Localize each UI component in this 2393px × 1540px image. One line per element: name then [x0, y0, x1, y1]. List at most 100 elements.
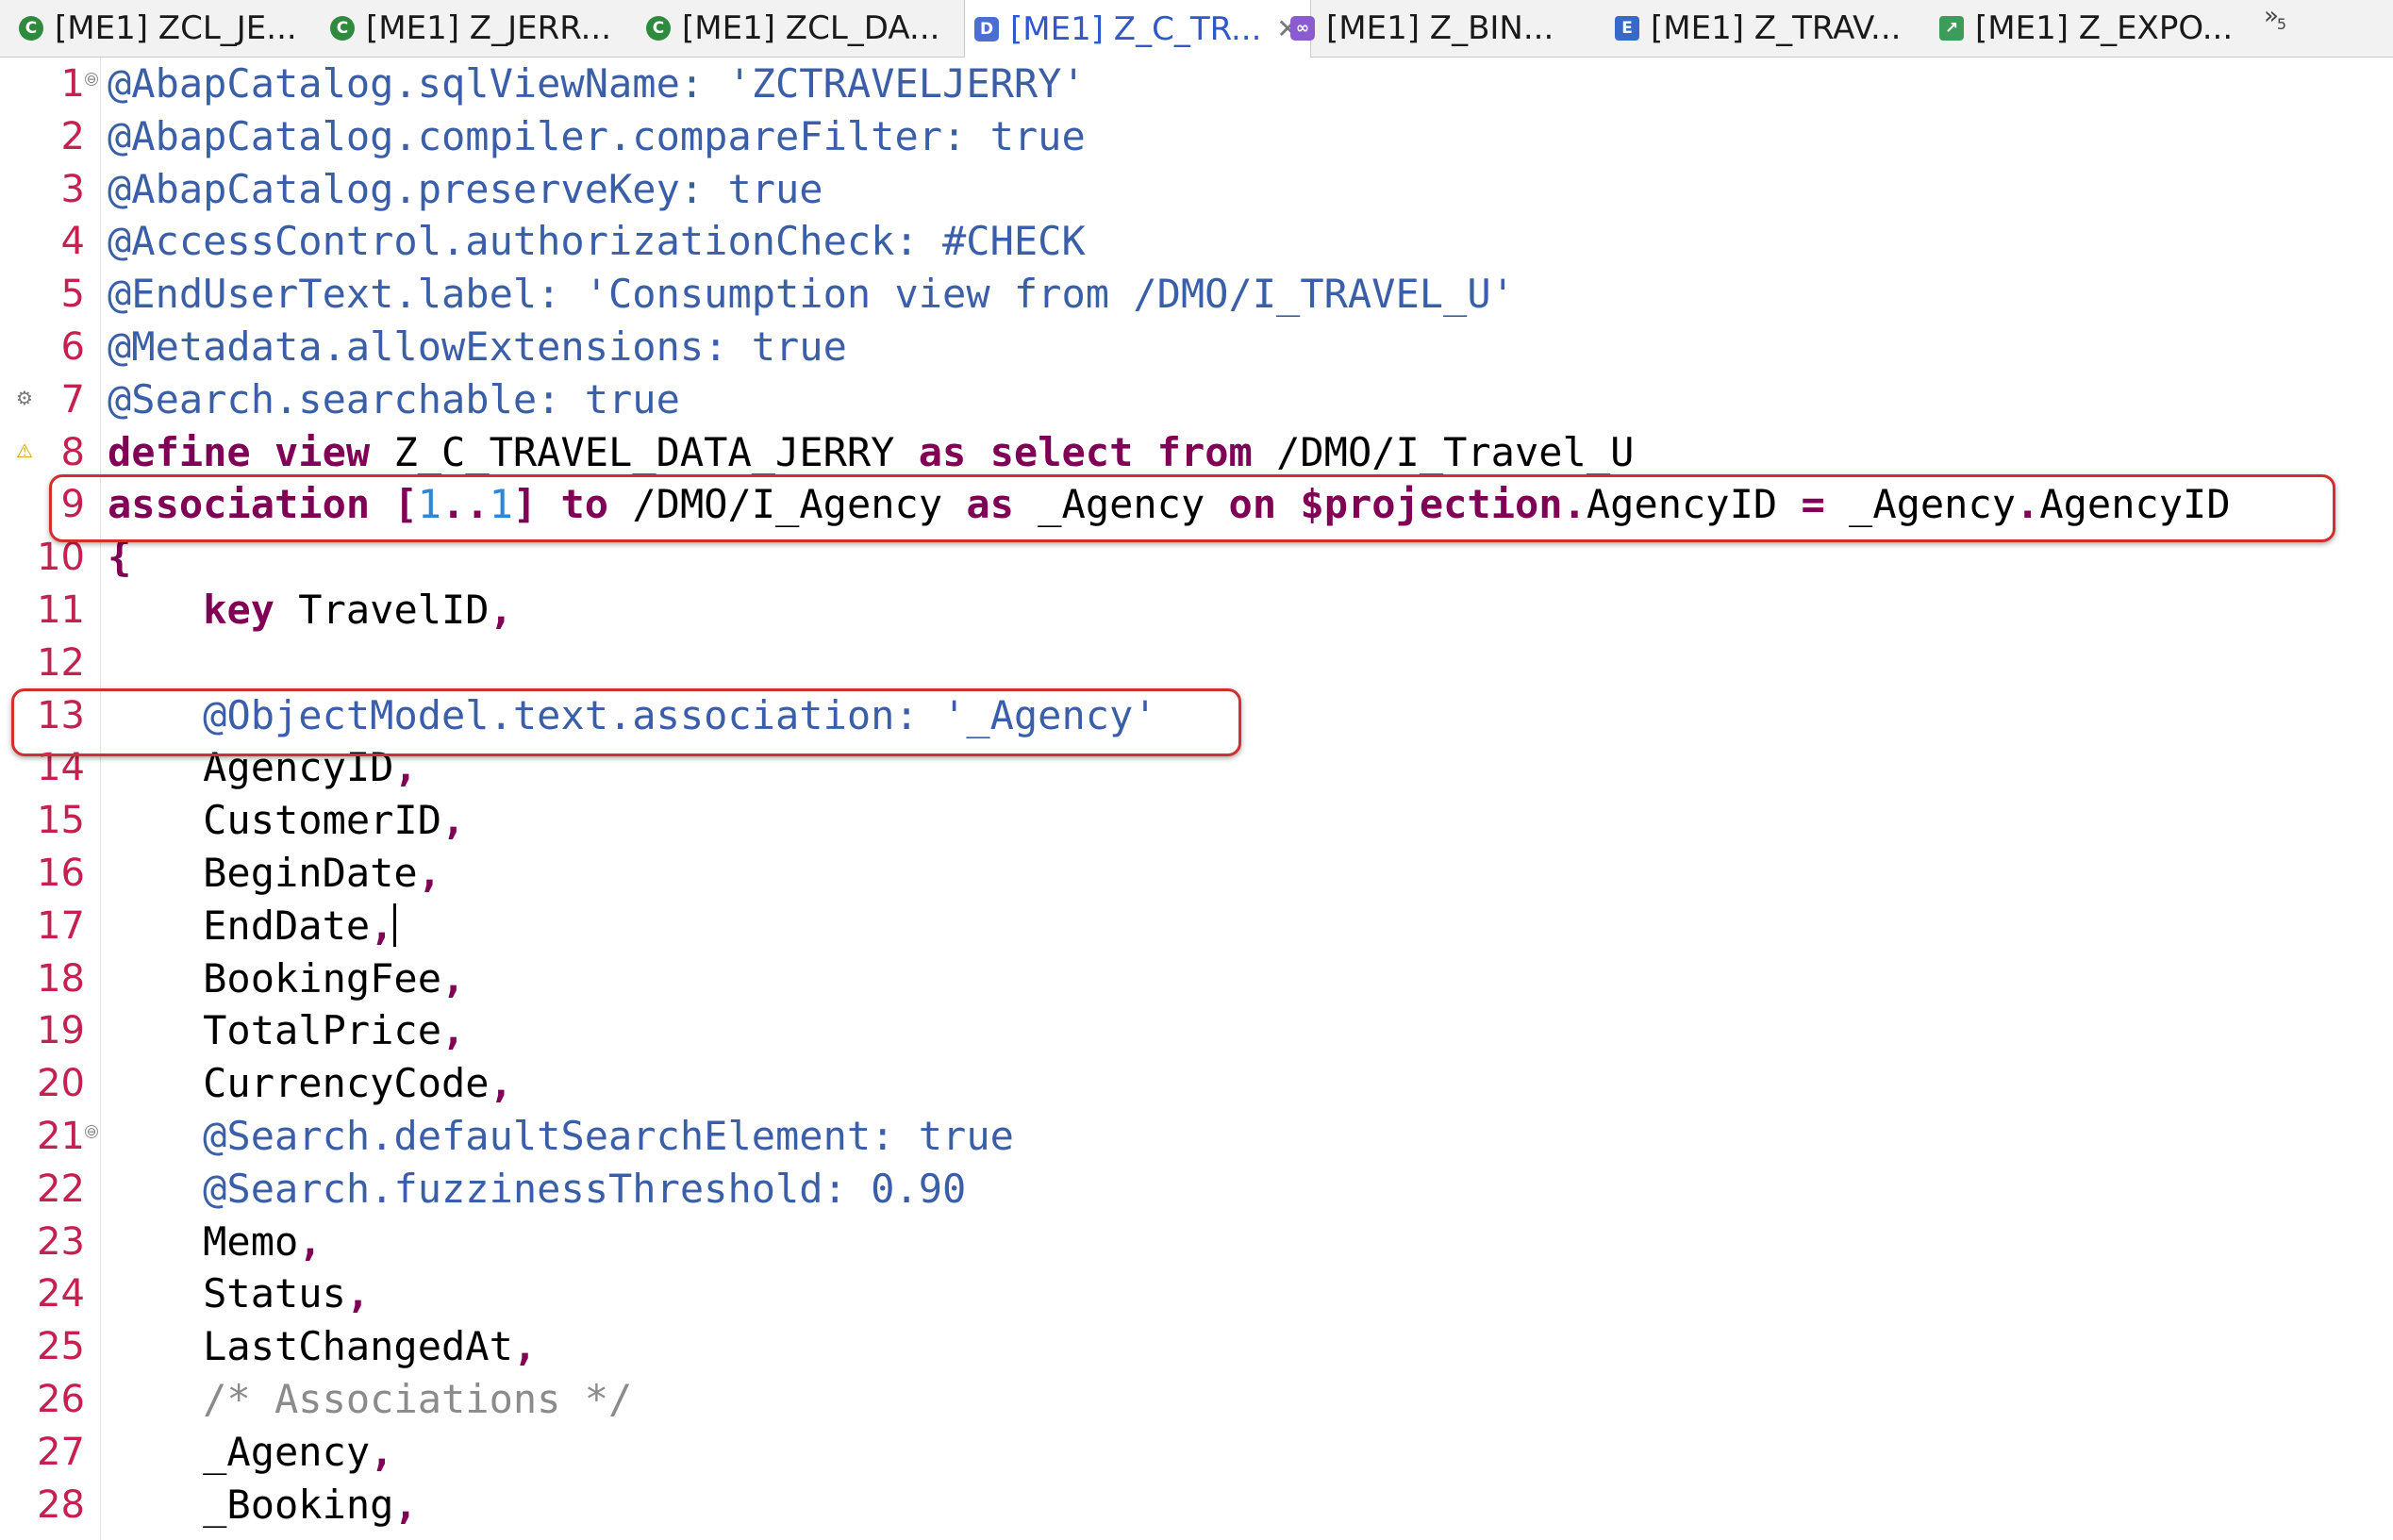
- code-text[interactable]: Memo,: [108, 1216, 323, 1268]
- code-line[interactable]: 14 AgencyID,: [0, 741, 2393, 794]
- code-line[interactable]: 9 association [1..1] to /DMO/I_Agency as …: [0, 478, 2393, 531]
- code-text[interactable]: @Metadata.allowExtensions: true: [108, 321, 847, 373]
- code-line[interactable]: 15 CustomerID,: [0, 794, 2393, 847]
- code-text[interactable]: LastChangedAt,: [108, 1320, 537, 1373]
- code-token: ,: [441, 954, 466, 1002]
- code-text[interactable]: @Search.defaultSearchElement: true: [108, 1110, 1014, 1163]
- info-marker-icon[interactable]: ⚙: [15, 389, 34, 407]
- code-line[interactable]: 27 _Agency,: [0, 1426, 2393, 1479]
- code-line[interactable]: 25 LastChangedAt,: [0, 1320, 2393, 1373]
- code-line[interactable]: 26 /* Associations */: [0, 1373, 2393, 1426]
- code-token: /DMO/I_Travel_U: [1252, 428, 1635, 475]
- tab-z-trav[interactable]: E [ME1] Z_TRAV...: [1615, 0, 1901, 57]
- code-line[interactable]: 1 ⊖ @AbapCatalog.sqlViewName: 'ZCTRAVELJER…: [0, 58, 2393, 110]
- code-line[interactable]: 22 @Search.fuzzinessThreshold: 0.90: [0, 1163, 2393, 1216]
- code-token: _Booking: [108, 1481, 394, 1528]
- code-text[interactable]: CurrencyCode,: [108, 1057, 513, 1110]
- code-text[interactable]: key TravelID,: [108, 584, 513, 637]
- code-text[interactable]: BeginDate,: [108, 847, 441, 900]
- code-line[interactable]: 17 EndDate,: [0, 900, 2393, 952]
- code-text[interactable]: @AbapCatalog.compiler.compareFilter: tru…: [108, 110, 1086, 163]
- code-line[interactable]: 5 @EndUserText.label: 'Consumption view f…: [0, 268, 2393, 321]
- code-line[interactable]: 28 _Booking,: [0, 1479, 2393, 1532]
- code-line[interactable]: 24 Status,: [0, 1267, 2393, 1320]
- code-text[interactable]: @AbapCatalog.sqlViewName: 'ZCTRAVELJERRY…: [108, 58, 1086, 110]
- code-token: ,: [370, 1428, 394, 1475]
- code-line[interactable]: 16 BeginDate,: [0, 847, 2393, 900]
- code-token: TotalPrice: [108, 1007, 442, 1054]
- code-line[interactable]: 3 @AbapCatalog.preserveKey: true: [0, 163, 2393, 216]
- code-text[interactable]: AgencyID,: [108, 741, 418, 794]
- line-number: 25: [37, 1325, 85, 1369]
- code-text[interactable]: /* Associations */: [108, 1373, 632, 1426]
- line-number: 13: [37, 693, 85, 737]
- code-line[interactable]: 6 @Metadata.allowExtensions: true: [0, 321, 2393, 373]
- code-text[interactable]: @ObjectModel.text.association: '_Agency': [108, 689, 1156, 742]
- tab-z-jerr[interactable]: C [ME1] Z_JERR...: [330, 0, 611, 57]
- code-text[interactable]: association [1..1] to /DMO/I_Agency as _…: [108, 478, 2231, 531]
- code-line[interactable]: 12: [0, 637, 2393, 689]
- code-token: TravelID: [274, 587, 490, 633]
- code-token: AgencyID: [1586, 481, 1802, 528]
- code-line[interactable]: 20 CurrencyCode,: [0, 1057, 2393, 1110]
- code-text[interactable]: EndDate,: [108, 900, 397, 952]
- code-token: .: [1562, 481, 1587, 528]
- code-text[interactable]: @AbapCatalog.preserveKey: true: [108, 163, 823, 216]
- code-text[interactable]: BookingFee,: [108, 952, 465, 1005]
- class-icon: C: [646, 16, 671, 41]
- code-editor[interactable]: 1 ⊖ @AbapCatalog.sqlViewName: 'ZCTRAVELJER…: [0, 58, 2393, 1540]
- code-text[interactable]: TotalPrice,: [108, 1004, 465, 1057]
- code-token: ,: [441, 797, 466, 844]
- code-token: ,: [298, 1217, 323, 1265]
- code-line[interactable]: 21 ⊖ @Search.defaultSearchElement: true: [0, 1110, 2393, 1163]
- code-text[interactable]: @Search.searchable: true: [108, 373, 680, 426]
- code-token: true: [918, 1113, 1014, 1159]
- line-number: 24: [37, 1272, 85, 1316]
- code-token: ,: [393, 1481, 418, 1528]
- line-number: 6: [60, 325, 85, 369]
- line-number: 21: [37, 1115, 85, 1158]
- code-text[interactable]: @EndUserText.label: 'Consumption view fr…: [108, 268, 1515, 321]
- warning-marker-icon[interactable]: ⚠: [15, 441, 34, 460]
- line-number: 10: [37, 536, 85, 580]
- code-line[interactable]: 18 BookingFee,: [0, 952, 2393, 1005]
- class-icon: C: [330, 16, 355, 41]
- code-text[interactable]: @AccessControl.authorizationCheck: #CHEC…: [108, 215, 1086, 268]
- code-line[interactable]: 2 @AbapCatalog.compiler.compareFilter: tr…: [0, 110, 2393, 163]
- tab-z-expo[interactable]: ↗ [ME1] Z_EXPO...: [1939, 0, 2233, 57]
- code-text[interactable]: define view Z_C_TRAVEL_DATA_JERRY as sel…: [108, 426, 1634, 479]
- tab-zcl-da[interactable]: C [ME1] ZCL_DA...: [646, 0, 939, 57]
- tab-zcl-je[interactable]: C [ME1] ZCL_JE...: [19, 0, 297, 57]
- code-text[interactable]: _Agency,: [108, 1426, 393, 1479]
- tab-z-c-tr-active[interactable]: D [ME1] Z_C_TR... ✕: [964, 0, 1311, 58]
- code-text[interactable]: _Booking,: [108, 1479, 418, 1532]
- code-line[interactable]: 19 TotalPrice,: [0, 1004, 2393, 1057]
- code-line[interactable]: 7 ⚙ @Search.searchable: true: [0, 373, 2393, 426]
- code-token: @AbapCatalog.compiler.compareFilter:: [108, 112, 990, 159]
- line-number: 23: [37, 1219, 85, 1264]
- line-number: 3: [60, 167, 85, 211]
- line-number: 19: [37, 1009, 85, 1053]
- fold-toggle-icon[interactable]: ⊖: [85, 73, 98, 86]
- tab-overflow-button[interactable]: »5: [2264, 2, 2286, 33]
- code-line[interactable]: 11 key TravelID,: [0, 584, 2393, 637]
- code-text[interactable]: Status,: [108, 1267, 370, 1320]
- code-line[interactable]: 13 @ObjectModel.text.association: '_Agen…: [0, 689, 2393, 742]
- line-number: 15: [37, 799, 85, 843]
- fold-toggle-icon[interactable]: ⊖: [85, 1125, 98, 1138]
- code-token: .: [2016, 481, 2040, 528]
- tab-z-bin[interactable]: ∞ [ME1] Z_BIN...: [1290, 0, 1554, 57]
- code-line[interactable]: 8 ⚠ define view Z_C_TRAVEL_DATA_JERRY as s…: [0, 426, 2393, 479]
- code-line[interactable]: 4 @AccessControl.authorizationCheck: #CHE…: [0, 215, 2393, 268]
- code-text[interactable]: CustomerID,: [108, 794, 465, 847]
- code-token: @AbapCatalog.preserveKey:: [108, 165, 728, 212]
- code-line[interactable]: 10 {: [0, 531, 2393, 584]
- code-text[interactable]: {: [108, 531, 131, 584]
- code-text[interactable]: @Search.fuzzinessThreshold: 0.90: [108, 1163, 966, 1216]
- code-line[interactable]: 23 Memo,: [0, 1216, 2393, 1268]
- line-number: 22: [37, 1167, 85, 1211]
